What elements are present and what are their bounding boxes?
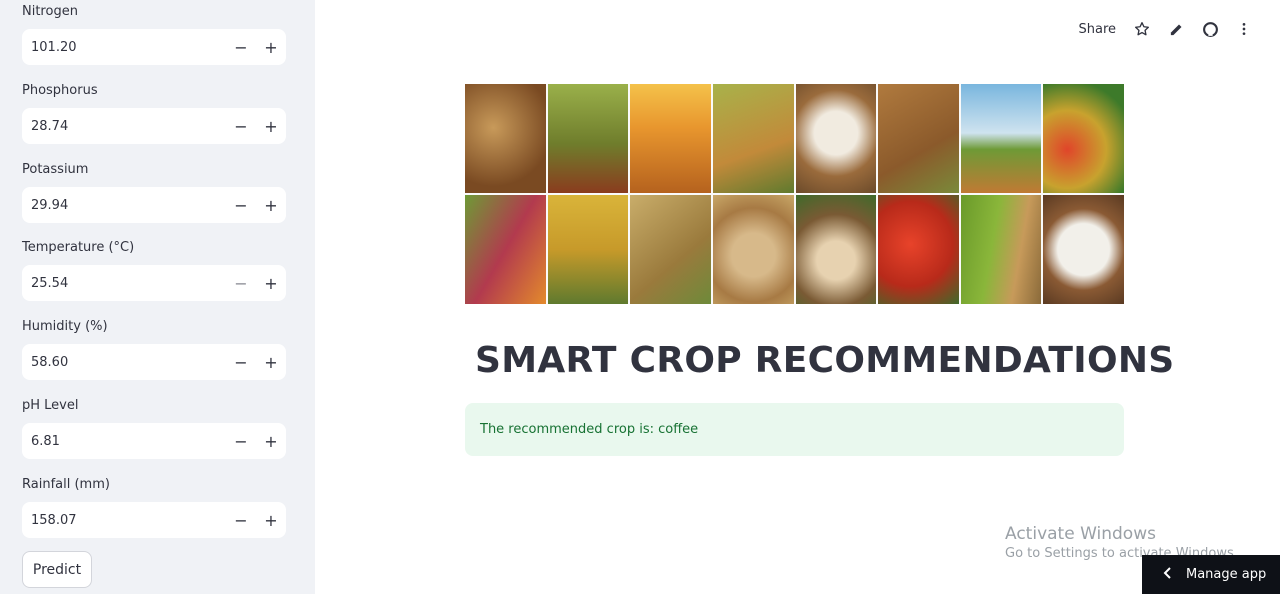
humidity-value[interactable]: 58.60 [22, 355, 226, 370]
rainfall-increment-button[interactable]: + [256, 502, 286, 538]
rainfall-value[interactable]: 158.07 [22, 513, 226, 528]
collage-tile-flour-basket [795, 84, 877, 193]
collage-tile-wheat-ears [630, 195, 711, 304]
predict-button[interactable]: Predict [22, 551, 92, 588]
temperature-label: Temperature (°C) [22, 240, 135, 255]
collage-tile-vegetables [1043, 84, 1124, 193]
sidebar: Nitrogen 101.20 − + Phosphorus 28.74 − +… [0, 0, 315, 594]
nitrogen-value[interactable]: 101.20 [22, 40, 226, 55]
humidity-label: Humidity (%) [22, 319, 108, 334]
temperature-increment-button[interactable]: + [256, 265, 286, 301]
nitrogen-input[interactable]: 101.20 − + [22, 29, 286, 65]
phosphorus-input[interactable]: 28.74 − + [22, 108, 286, 144]
chevron-left-icon [1162, 566, 1172, 583]
potassium-label: Potassium [22, 162, 89, 177]
rainfall-input[interactable]: 158.07 − + [22, 502, 286, 538]
humidity-field: Humidity (%) 58.60 − + [22, 318, 286, 380]
crop-collage-image [465, 84, 1124, 304]
recommendation-alert: The recommended crop is: coffee [465, 403, 1124, 456]
temperature-value[interactable]: 25.54 [22, 276, 226, 291]
recommendation-text: The recommended crop is: coffee [480, 422, 699, 437]
phosphorus-label: Phosphorus [22, 83, 98, 98]
collage-tile-tomatoes [878, 195, 959, 304]
rainfall-decrement-button[interactable]: − [226, 502, 256, 538]
collage-tile-corn [547, 195, 629, 304]
collage-tile-lighthouse-field [960, 84, 1042, 193]
ph-input[interactable]: 6.81 − + [22, 423, 286, 459]
potassium-increment-button[interactable]: + [256, 187, 286, 223]
ph-field: pH Level 6.81 − + [22, 397, 286, 459]
collage-tile-grass [712, 84, 794, 193]
potassium-field: Potassium 29.94 − + [22, 161, 286, 223]
nitrogen-increment-button[interactable]: + [256, 29, 286, 65]
nitrogen-decrement-button[interactable]: − [226, 29, 256, 65]
temperature-input[interactable]: 25.54 − + [22, 265, 286, 301]
temperature-decrement-button[interactable]: − [226, 265, 256, 301]
manage-app-label: Manage app [1186, 567, 1267, 582]
collage-tile-grain-heads [878, 84, 959, 193]
ph-increment-button[interactable]: + [256, 423, 286, 459]
rainfall-label: Rainfall (mm) [22, 477, 110, 492]
more-vertical-icon[interactable] [1230, 14, 1258, 44]
collage-tile-grain-basket [712, 195, 794, 304]
collage-tile-roots [465, 195, 546, 304]
potassium-value[interactable]: 29.94 [22, 198, 226, 213]
humidity-decrement-button[interactable]: − [226, 344, 256, 380]
collage-tile-peppers-potatoes [960, 195, 1042, 304]
phosphorus-field: Phosphorus 28.74 − + [22, 82, 286, 144]
ph-decrement-button[interactable]: − [226, 423, 256, 459]
collage-tile-beans [465, 84, 546, 193]
collage-tile-wheat-sunset [630, 84, 711, 193]
watermark-title: Activate Windows [1005, 524, 1156, 544]
header-toolbar: Share [1072, 14, 1258, 44]
phosphorus-value[interactable]: 28.74 [22, 119, 226, 134]
manage-app-button[interactable]: Manage app [1142, 555, 1280, 594]
humidity-input[interactable]: 58.60 − + [22, 344, 286, 380]
phosphorus-increment-button[interactable]: + [256, 108, 286, 144]
potassium-input[interactable]: 29.94 − + [22, 187, 286, 223]
phosphorus-decrement-button[interactable]: − [226, 108, 256, 144]
nitrogen-field: Nitrogen 101.20 − + [22, 3, 286, 65]
nitrogen-label: Nitrogen [22, 4, 78, 19]
collage-tile-mushrooms [795, 195, 877, 304]
ph-value[interactable]: 6.81 [22, 434, 226, 449]
collage-tile-field [547, 84, 629, 193]
pencil-icon[interactable] [1162, 14, 1190, 44]
share-button[interactable]: Share [1072, 22, 1122, 37]
temperature-field: Temperature (°C) 25.54 − + [22, 239, 286, 301]
potassium-decrement-button[interactable]: − [226, 187, 256, 223]
page-title: SMART CROP RECOMMENDATIONS [475, 340, 1175, 381]
star-icon[interactable] [1128, 14, 1156, 44]
github-icon[interactable] [1196, 14, 1224, 44]
rainfall-field: Rainfall (mm) 158.07 − + [22, 476, 286, 538]
ph-label: pH Level [22, 398, 79, 413]
humidity-increment-button[interactable]: + [256, 344, 286, 380]
collage-tile-flour-bowl [1043, 195, 1124, 304]
